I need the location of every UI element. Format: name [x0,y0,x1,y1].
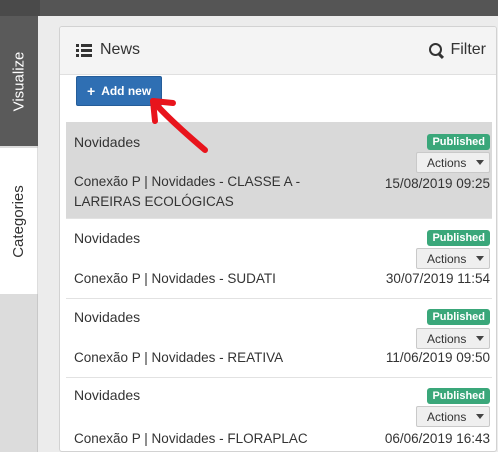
status-badge: Published [427,309,490,325]
filter-button[interactable]: Filter [429,41,486,59]
tab-categories[interactable]: Categories [0,148,38,294]
add-new-label: Add new [101,84,152,98]
news-title: Conexão P | Novidades - FLORAPLAC [74,431,308,446]
news-title: Conexão P | Novidades - REATIVA [74,350,284,365]
caret-down-icon [476,256,485,261]
add-new-button[interactable]: + Add new [76,76,163,106]
news-date: 06/06/2019 16:43 [384,431,490,446]
news-date: 11/06/2019 09:50 [385,350,490,365]
news-title-cont: LAREIRAS ECOLÓGICAS [74,194,234,209]
news-category: Novidades [74,387,141,403]
actions-dropdown[interactable]: Actions [416,152,490,173]
search-icon [429,42,444,58]
actions-dropdown[interactable]: Actions [416,248,490,269]
panel-title-text: News [100,41,141,58]
news-list: Novidades Published Actions Conexão P | … [66,122,492,451]
news-date: 15/08/2019 09:25 [384,176,490,191]
tab-visualize[interactable]: Visualize [0,16,38,146]
news-title: Conexão P | Novidades - CLASSE A - [74,174,301,189]
list-icon [76,43,92,57]
actions-label: Actions [427,155,467,170]
side-tabs: Visualize Categories [0,16,38,452]
top-bar [0,0,498,16]
actions-dropdown[interactable]: Actions [416,328,490,349]
status-badge: Published [427,230,490,246]
status-badge: Published [427,388,490,404]
tab-visualize-label: Visualize [10,51,28,111]
news-panel: News Filter + Add new Novidades Publishe… [59,26,497,452]
actions-label: Actions [427,331,467,346]
news-item[interactable]: Novidades Published Actions Conexão P | … [66,122,492,219]
news-item[interactable]: Novidades Published Actions Conexão P | … [66,378,492,451]
tab-categories-label: Categories [10,184,28,258]
plus-icon: + [87,83,96,99]
status-badge: Published [427,134,490,150]
news-item[interactable]: Novidades Published Actions Conexão P | … [66,299,492,378]
panel-title: News [76,41,140,59]
caret-down-icon [476,336,485,341]
filter-label: Filter [450,41,486,58]
news-item[interactable]: Novidades Published Actions Conexão P | … [66,219,492,299]
actions-label: Actions [427,251,467,266]
news-category: Novidades [74,230,141,246]
news-category: Novidades [74,309,141,325]
news-title: Conexão P | Novidades - SUDATI [74,271,276,286]
news-date: 30/07/2019 11:54 [385,271,490,286]
news-category: Novidades [74,134,141,150]
caret-down-icon [476,160,485,165]
caret-down-icon [476,414,485,419]
actions-label: Actions [427,409,467,424]
actions-dropdown[interactable]: Actions [416,406,490,427]
panel-header: News Filter [60,27,496,75]
top-bar-inner [40,0,498,16]
